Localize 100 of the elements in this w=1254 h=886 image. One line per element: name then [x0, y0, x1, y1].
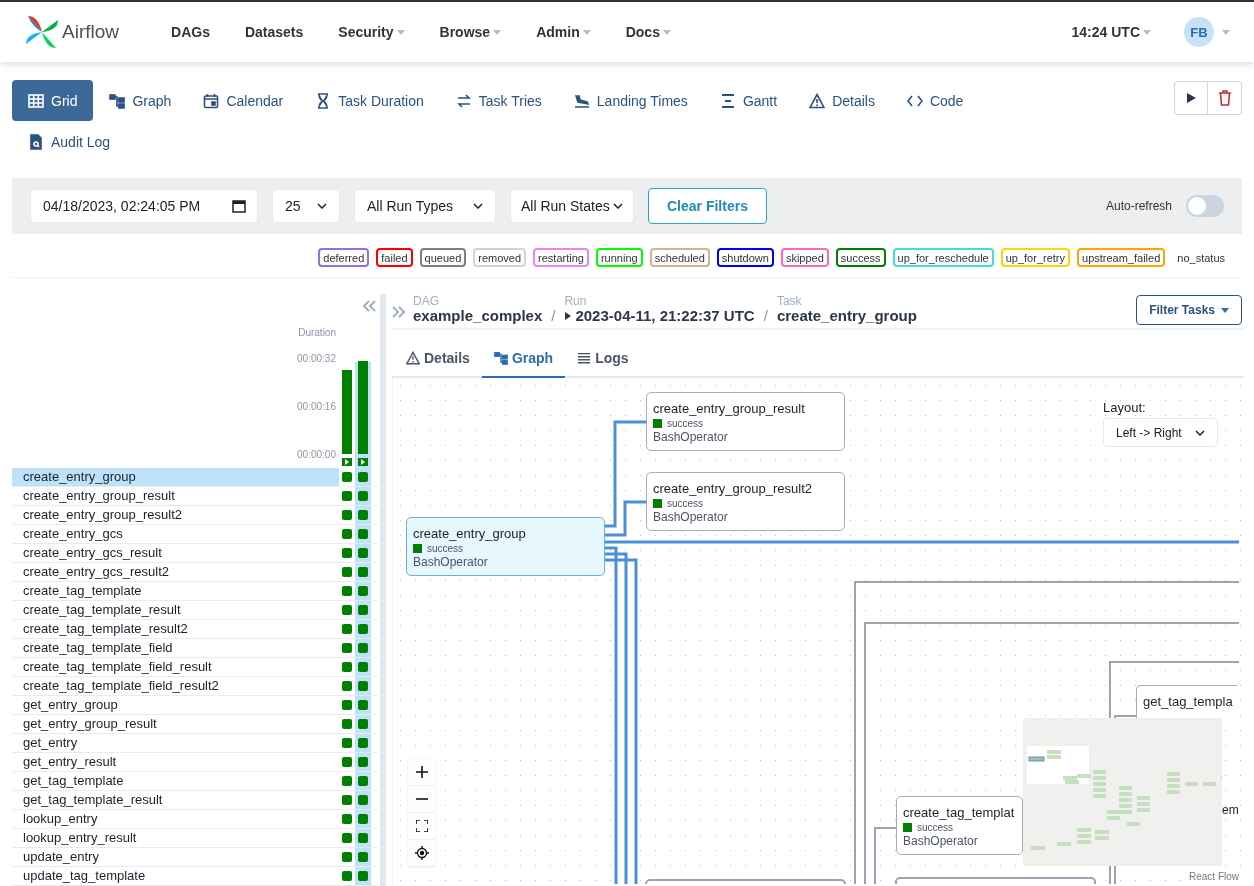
task-name[interactable]: create_entry_group_result2 [12, 506, 339, 524]
task-name[interactable]: get_entry_group_result [12, 715, 339, 733]
view-tab[interactable]: Graph [93, 80, 188, 121]
task-node[interactable]: em [1222, 802, 1239, 826]
task-name[interactable]: update_tag_template [12, 867, 339, 885]
filter-tasks-button[interactable]: Filter Tasks [1136, 295, 1242, 325]
task-name[interactable]: create_tag_template_field [12, 639, 339, 657]
task-status-square[interactable] [358, 567, 368, 577]
layout-select[interactable]: Left -> Right [1103, 418, 1218, 447]
task-node[interactable]: create_entry_group success BashOperator [406, 517, 605, 576]
task-status-square[interactable] [342, 814, 352, 824]
task-status-square[interactable] [342, 795, 352, 805]
task-status-square[interactable] [342, 833, 352, 843]
task-status-square[interactable] [342, 871, 352, 881]
logo-text[interactable]: Airflow [62, 21, 119, 43]
task-status-square[interactable] [342, 643, 352, 653]
task-name[interactable]: create_entry_gcs [12, 525, 339, 543]
task-status-square[interactable] [358, 643, 368, 653]
task-name[interactable]: update_entry [12, 848, 339, 866]
view-tab[interactable]: Details [793, 80, 891, 121]
state-legend-tag[interactable]: up_for_reschedule [892, 248, 994, 267]
nav-menu-item[interactable]: Docs [607, 24, 688, 40]
view-tab[interactable]: Task Duration [299, 80, 440, 121]
task-status-square[interactable] [342, 662, 352, 672]
task-status-square[interactable] [342, 567, 352, 577]
state-legend-tag[interactable]: success [835, 248, 886, 267]
task-name[interactable]: create_entry_gcs_result2 [12, 563, 339, 581]
task-status-square[interactable] [342, 852, 352, 862]
center-view-button[interactable] [408, 840, 435, 867]
task-name[interactable]: get_entry_result [12, 753, 339, 771]
zoom-out-button[interactable] [408, 786, 435, 813]
task-name[interactable]: create_tag_template [12, 582, 339, 600]
task-status-square[interactable] [342, 548, 352, 558]
state-legend-tag[interactable]: removed [473, 248, 527, 267]
state-legend-tag[interactable]: skipped [780, 248, 829, 267]
view-tab[interactable]: Gantt [703, 80, 794, 121]
task-status-square[interactable] [358, 852, 368, 862]
task-name[interactable]: lookup_entry [12, 810, 339, 828]
view-tab[interactable]: Audit Log [12, 121, 127, 162]
task-node[interactable]: create_tag_templat success BashOperator [896, 796, 1023, 855]
task-status-square[interactable] [342, 529, 352, 539]
state-legend-tag[interactable]: running [595, 248, 643, 267]
date-field[interactable]: 04/18/2023, 02:24:05 PM [30, 189, 258, 223]
task-name[interactable]: create_tag_template_result [12, 601, 339, 619]
view-tab[interactable]: Landing Times [557, 80, 704, 121]
nav-menu-item[interactable]: Datasets [226, 24, 321, 40]
task-status-square[interactable] [358, 491, 368, 501]
task-name[interactable]: get_entry [12, 734, 339, 752]
task-name[interactable]: create_tag_template_field_result [12, 658, 339, 676]
state-legend-tag[interactable]: upstream_failed [1077, 248, 1166, 267]
task-node[interactable]: get_tag_templa [1136, 685, 1237, 718]
task-status-square[interactable] [358, 605, 368, 615]
task-status-square[interactable] [358, 700, 368, 710]
run-state-select[interactable]: All Run States [510, 189, 634, 223]
task-status-square[interactable] [342, 491, 352, 501]
task-node[interactable]: create_entry_group_result success BashOperator [646, 392, 845, 451]
task-status-square[interactable] [358, 510, 368, 520]
task-name[interactable]: get_tag_template_result [12, 791, 339, 809]
play-icon[interactable] [342, 458, 352, 466]
state-legend-tag[interactable]: no_status [1172, 248, 1230, 267]
run-type-select[interactable]: All Run Types [354, 189, 496, 223]
detail-tab[interactable]: Details [394, 350, 482, 378]
state-legend-tag[interactable]: failed [376, 248, 413, 267]
task-status-square[interactable] [342, 586, 352, 596]
task-status-square[interactable] [342, 624, 352, 634]
fit-view-button[interactable] [408, 813, 435, 840]
state-legend-tag[interactable]: scheduled [649, 248, 710, 267]
task-status-square[interactable] [358, 871, 368, 881]
task-status-square[interactable] [358, 719, 368, 729]
task-status-square[interactable] [358, 624, 368, 634]
nav-menu-item[interactable]: Browse [421, 24, 519, 40]
nav-menu-item[interactable]: Admin [518, 24, 608, 40]
task-status-square[interactable] [358, 681, 368, 691]
task-status-square[interactable] [342, 776, 352, 786]
task-status-square[interactable] [358, 776, 368, 786]
task-status-square[interactable] [342, 738, 352, 748]
task-name[interactable]: get_entry_group [12, 696, 339, 714]
task-status-square[interactable] [342, 605, 352, 615]
task-status-square[interactable] [358, 757, 368, 767]
task-status-square[interactable] [342, 719, 352, 729]
nav-menu-item[interactable]: Security [320, 24, 422, 40]
state-legend-tag[interactable]: up_for_retry [1000, 248, 1070, 267]
trigger-dag-button[interactable] [1174, 81, 1208, 115]
task-status-square[interactable] [358, 833, 368, 843]
zoom-in-button[interactable] [408, 759, 435, 786]
task-status-square[interactable] [358, 472, 368, 482]
task-status-square[interactable] [358, 548, 368, 558]
task-name[interactable]: create_entry_group [12, 468, 339, 486]
task-status-square[interactable] [342, 681, 352, 691]
view-tab[interactable]: Task Tries [439, 80, 558, 121]
view-tab[interactable]: Grid [12, 80, 94, 121]
task-name[interactable]: create_entry_group_result [12, 487, 339, 505]
state-legend-tag[interactable]: deferred [318, 248, 370, 267]
task-status-square[interactable] [358, 738, 368, 748]
task-name[interactable]: create_entry_gcs_result [12, 544, 339, 562]
state-legend-tag[interactable]: shutdown [716, 248, 774, 267]
auto-refresh-toggle[interactable] [1186, 195, 1224, 217]
task-status-square[interactable] [358, 529, 368, 539]
detail-tab[interactable]: Logs [565, 350, 641, 378]
task-status-square[interactable] [358, 795, 368, 805]
